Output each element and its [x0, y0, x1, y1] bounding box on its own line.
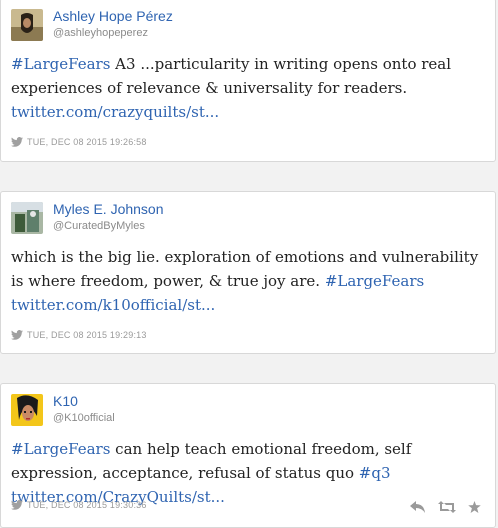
star-icon[interactable]: [468, 498, 481, 517]
timestamp[interactable]: TUE, DEC 08 2015 19:30:36: [27, 500, 147, 510]
tweet-meta: TUE, DEC 08 2015 19:30:36: [11, 500, 147, 510]
tweet-meta: TUE, DEC 08 2015 19:29:13: [11, 330, 147, 340]
retweet-icon[interactable]: [438, 498, 456, 517]
tweet-meta: TUE, DEC 08 2015 19:26:58: [11, 137, 147, 147]
tweet-card: Myles E. Johnson @CuratedByMyles which i…: [0, 191, 496, 354]
tweet-card: Ashley Hope Pérez @ashleyhopeperez #Larg…: [0, 0, 496, 162]
tweet-actions: [410, 498, 481, 517]
author-handle[interactable]: @K10official: [53, 411, 115, 425]
tweet-card: K10 @K10official #LargeFears can help te…: [0, 383, 496, 528]
hashtag-link[interactable]: #q3: [359, 464, 391, 482]
tweet-link[interactable]: twitter.com/crazyquilts/st...: [11, 103, 219, 121]
reply-icon[interactable]: [410, 498, 426, 517]
timestamp[interactable]: TUE, DEC 08 2015 19:29:13: [27, 330, 147, 340]
author-name[interactable]: Myles E. Johnson: [53, 201, 164, 217]
author-name[interactable]: Ashley Hope Pérez: [53, 8, 173, 24]
author-name[interactable]: K10: [53, 393, 78, 409]
timestamp[interactable]: TUE, DEC 08 2015 19:26:58: [27, 137, 147, 147]
tweet-link[interactable]: twitter.com/k10official/st...: [11, 296, 215, 314]
hashtag-link[interactable]: #LargeFears: [325, 272, 424, 290]
tweet-text: which is the big lie. exploration of emo…: [11, 245, 487, 317]
twitter-bird-icon: [11, 500, 23, 510]
author-handle[interactable]: @ashleyhopeperez: [53, 26, 148, 40]
avatar[interactable]: [11, 9, 43, 41]
hashtag-link[interactable]: #LargeFears: [11, 440, 110, 458]
avatar[interactable]: [11, 394, 43, 426]
twitter-bird-icon: [11, 137, 23, 147]
tweet-text: #LargeFears A3 ...particularity in writi…: [11, 52, 487, 124]
twitter-bird-icon: [11, 330, 23, 340]
hashtag-link[interactable]: #LargeFears: [11, 55, 110, 73]
author-handle[interactable]: @CuratedByMyles: [53, 219, 145, 233]
avatar[interactable]: [11, 202, 43, 234]
